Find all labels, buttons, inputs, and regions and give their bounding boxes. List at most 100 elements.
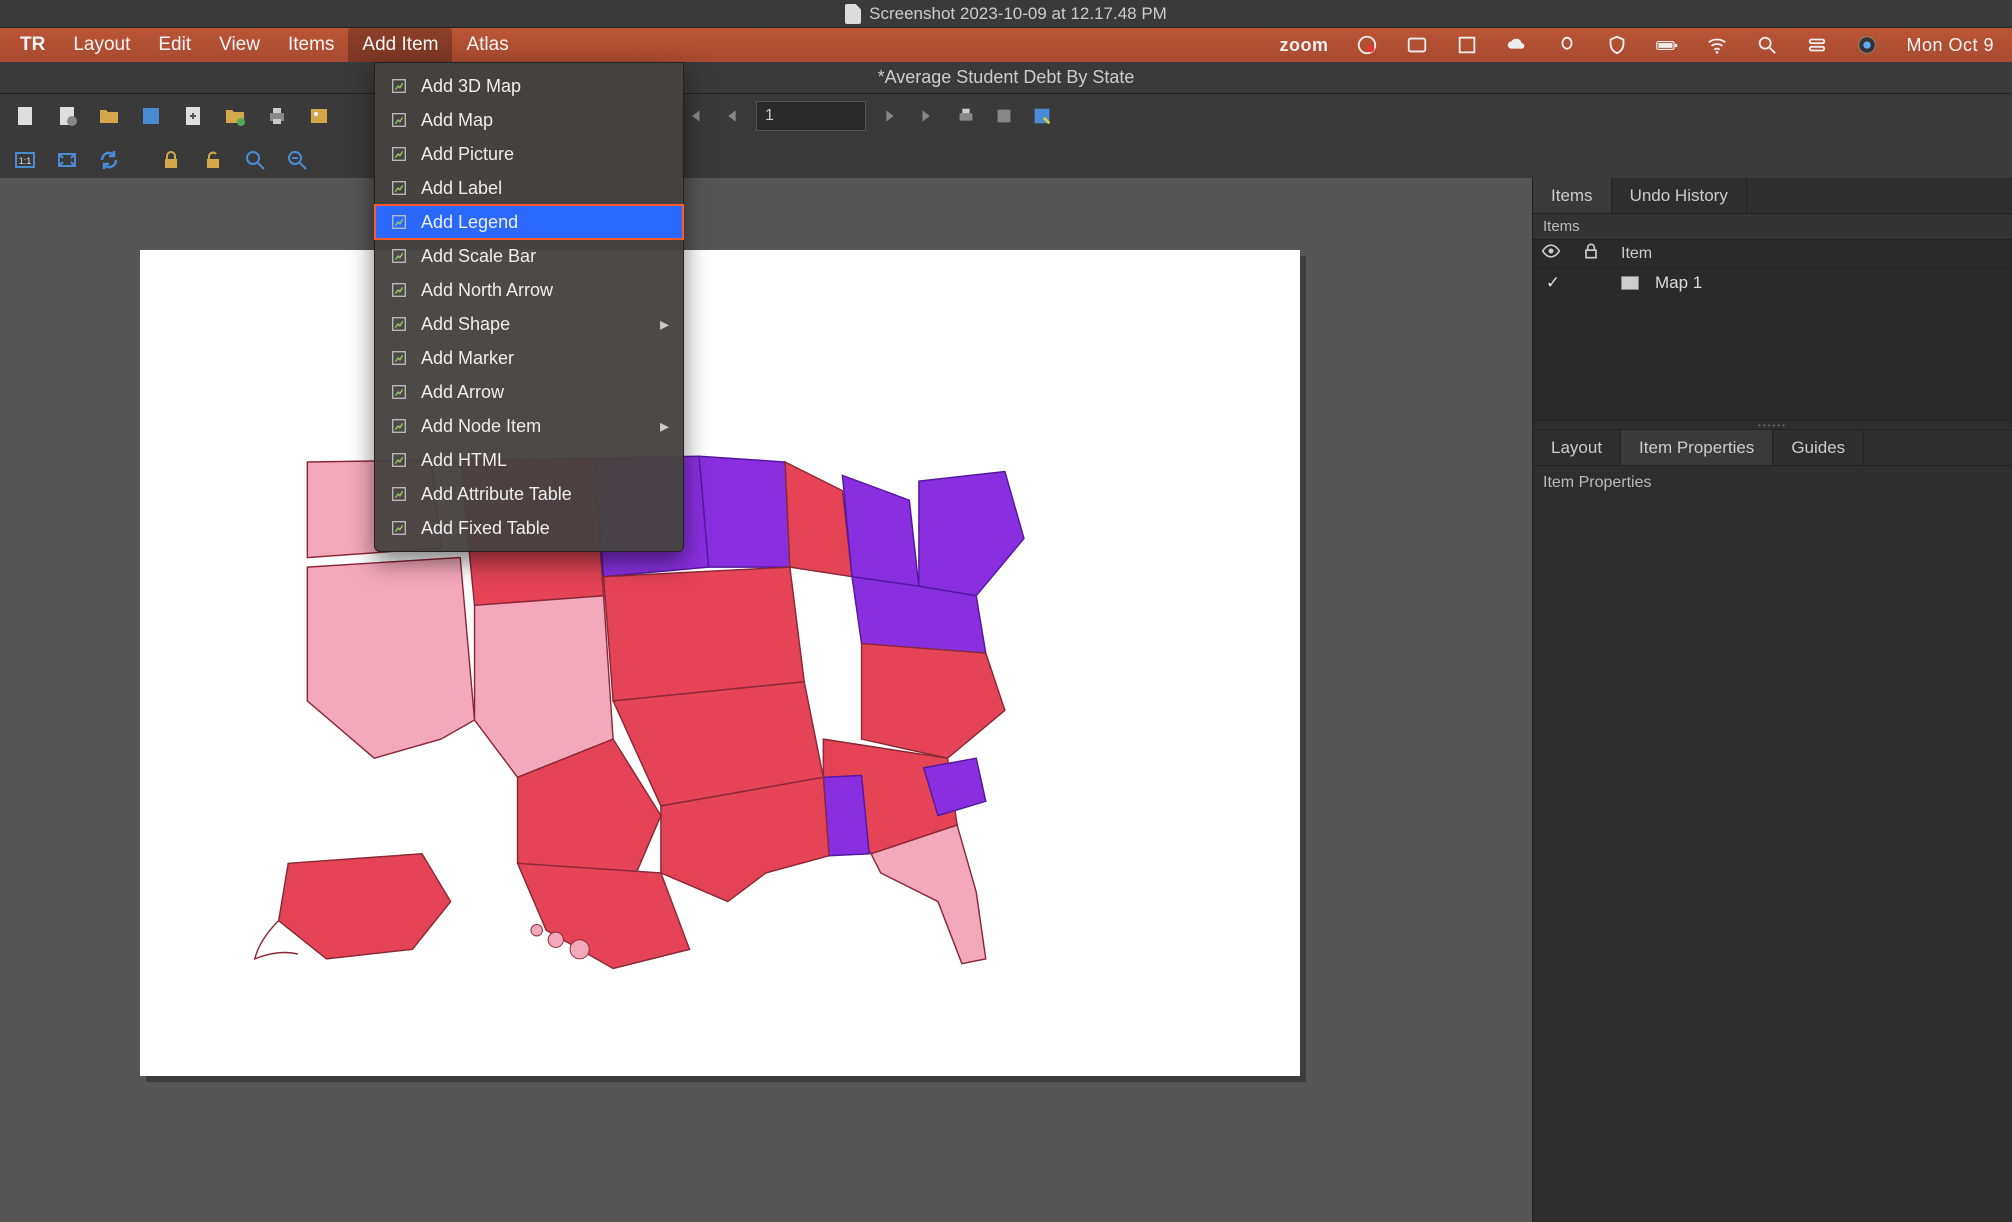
menu-item-add-3d-map[interactable]: Add 3D Map: [375, 69, 683, 103]
siri-icon[interactable]: [1856, 34, 1878, 56]
menu-item-add-fixed-table[interactable]: Add Fixed Table: [375, 511, 683, 545]
item-properties-label: Item Properties: [1543, 474, 1651, 491]
cloud-icon[interactable]: [1506, 34, 1528, 56]
toolbar-row-2: 1:1: [0, 138, 2012, 182]
export-icon[interactable]: [176, 99, 210, 133]
menu-item-add-node-item[interactable]: Add Node Item ▸: [375, 409, 683, 443]
menu-item-add-attribute-table[interactable]: Add Attribute Table: [375, 477, 683, 511]
menubar-brand[interactable]: TR: [6, 28, 59, 62]
right-panels: Items Undo History Items Item ✓ Map 1 ••…: [1532, 178, 2012, 1222]
open-folder-icon[interactable]: [92, 99, 126, 133]
print-icon[interactable]: [260, 99, 294, 133]
menu-item-add-legend[interactable]: Add Legend: [375, 205, 683, 239]
panel-splitter[interactable]: ••••••: [1533, 420, 2012, 430]
menu-item-icon: [389, 212, 409, 232]
tab-item-properties[interactable]: Item Properties: [1621, 430, 1773, 465]
save-icon[interactable]: [134, 99, 168, 133]
settings-doc-icon[interactable]: [50, 99, 84, 133]
next-page-icon[interactable]: [876, 102, 904, 130]
item-properties-panel: Item Properties: [1533, 466, 2012, 1222]
main-area: Items Undo History Items Item ✓ Map 1 ••…: [0, 178, 2012, 1222]
outlook-icon[interactable]: [1406, 34, 1428, 56]
menu-item-add-label[interactable]: Add Label: [375, 171, 683, 205]
menu-item-label: Add Arrow: [421, 382, 504, 403]
file-icon: [845, 4, 861, 24]
menu-item-icon: [389, 76, 409, 96]
mac-title: Screenshot 2023-10-09 at 12.17.48 PM: [869, 4, 1167, 24]
row-visible-check[interactable]: ✓: [1541, 273, 1565, 293]
new-layout-icon[interactable]: [8, 99, 42, 133]
refresh-icon[interactable]: [92, 143, 126, 177]
items-table-header: Item: [1533, 240, 2012, 268]
tab-undo-history[interactable]: Undo History: [1612, 178, 1747, 213]
menu-view[interactable]: View: [205, 28, 274, 62]
table-row[interactable]: ✓ Map 1: [1533, 268, 2012, 298]
menu-item-add-marker[interactable]: Add Marker: [375, 341, 683, 375]
atlas-settings-icon[interactable]: [1028, 102, 1056, 130]
menu-item-add-shape[interactable]: Add Shape ▸: [375, 307, 683, 341]
control-center-icon[interactable]: [1806, 34, 1828, 56]
menu-item-add-map[interactable]: Add Map: [375, 103, 683, 137]
menu-layout[interactable]: Layout: [59, 28, 144, 62]
lock-column-icon: [1581, 241, 1605, 266]
zoom-out-tool-icon[interactable]: [280, 143, 314, 177]
unlock-icon[interactable]: [196, 143, 230, 177]
add-item-dropdown: Add 3D MapAdd MapAdd PictureAdd LabelAdd…: [374, 62, 684, 552]
menu-item-icon: [389, 314, 409, 334]
menu-item-label: Add North Arrow: [421, 280, 553, 301]
battery-icon[interactable]: [1656, 34, 1678, 56]
last-page-icon[interactable]: [914, 102, 942, 130]
menu-add-item[interactable]: Add Item: [348, 28, 452, 62]
zoom-label[interactable]: zoom: [1279, 34, 1328, 56]
menu-items[interactable]: Items: [274, 28, 348, 62]
menu-item-add-north-arrow[interactable]: Add North Arrow: [375, 273, 683, 307]
menu-item-add-picture[interactable]: Add Picture: [375, 137, 683, 171]
tab-guides[interactable]: Guides: [1773, 430, 1864, 465]
tab-layout[interactable]: Layout: [1533, 430, 1621, 465]
menu-edit[interactable]: Edit: [144, 28, 205, 62]
row-item-name: Map 1: [1655, 273, 1702, 293]
canvas-area[interactable]: [0, 178, 1532, 1222]
shield-icon[interactable]: [1606, 34, 1628, 56]
zoom-fit-icon[interactable]: [50, 143, 84, 177]
atlas-nav-group: [680, 98, 1056, 134]
cu-icon[interactable]: [1456, 34, 1478, 56]
layout-page[interactable]: [140, 250, 1300, 1076]
menu-item-add-html[interactable]: Add HTML: [375, 443, 683, 477]
chevron-right-icon: ▸: [660, 416, 669, 437]
menu-item-icon: [389, 280, 409, 300]
menu-atlas[interactable]: Atlas: [452, 28, 522, 62]
first-page-icon[interactable]: [680, 102, 708, 130]
visibility-column-icon: [1541, 241, 1565, 266]
menu-item-label: Add Attribute Table: [421, 484, 572, 505]
menu-item-add-arrow[interactable]: Add Arrow: [375, 375, 683, 409]
prev-page-icon[interactable]: [718, 102, 746, 130]
menu-item-add-scale-bar[interactable]: Add Scale Bar: [375, 239, 683, 273]
butterfly-icon[interactable]: [1556, 34, 1578, 56]
lock-icon[interactable]: [154, 143, 188, 177]
menu-item-label: Add Picture: [421, 144, 514, 165]
menu-item-label: Add Node Item: [421, 416, 541, 437]
menu-item-icon: [389, 484, 409, 504]
zoom-in-tool-icon[interactable]: [238, 143, 272, 177]
menu-item-icon: [389, 348, 409, 368]
menu-item-icon: [389, 382, 409, 402]
open-template-icon[interactable]: [218, 99, 252, 133]
atlas-export-icon[interactable]: [990, 102, 1018, 130]
record-icon[interactable]: [1356, 34, 1378, 56]
menubar-clock[interactable]: Mon Oct 9: [1906, 35, 1994, 56]
menubar: TR Layout Edit View Items Add Item Atlas…: [0, 28, 2012, 62]
atlas-print-icon[interactable]: [952, 102, 980, 130]
tab-items[interactable]: Items: [1533, 178, 1612, 213]
export-image-icon[interactable]: [302, 99, 336, 133]
svg-text:1:1: 1:1: [19, 156, 32, 166]
toolbar-row-1: [0, 94, 2012, 138]
wifi-icon[interactable]: [1706, 34, 1728, 56]
page-number-input[interactable]: [756, 101, 866, 131]
search-icon[interactable]: [1756, 34, 1778, 56]
zoom-actual-icon[interactable]: 1:1: [8, 143, 42, 177]
menu-item-label: Add Shape: [421, 314, 510, 335]
document-title: *Average Student Debt By State: [878, 67, 1135, 88]
chevron-right-icon: ▸: [660, 314, 669, 335]
document-titlebar: *Average Student Debt By State: [0, 62, 2012, 94]
